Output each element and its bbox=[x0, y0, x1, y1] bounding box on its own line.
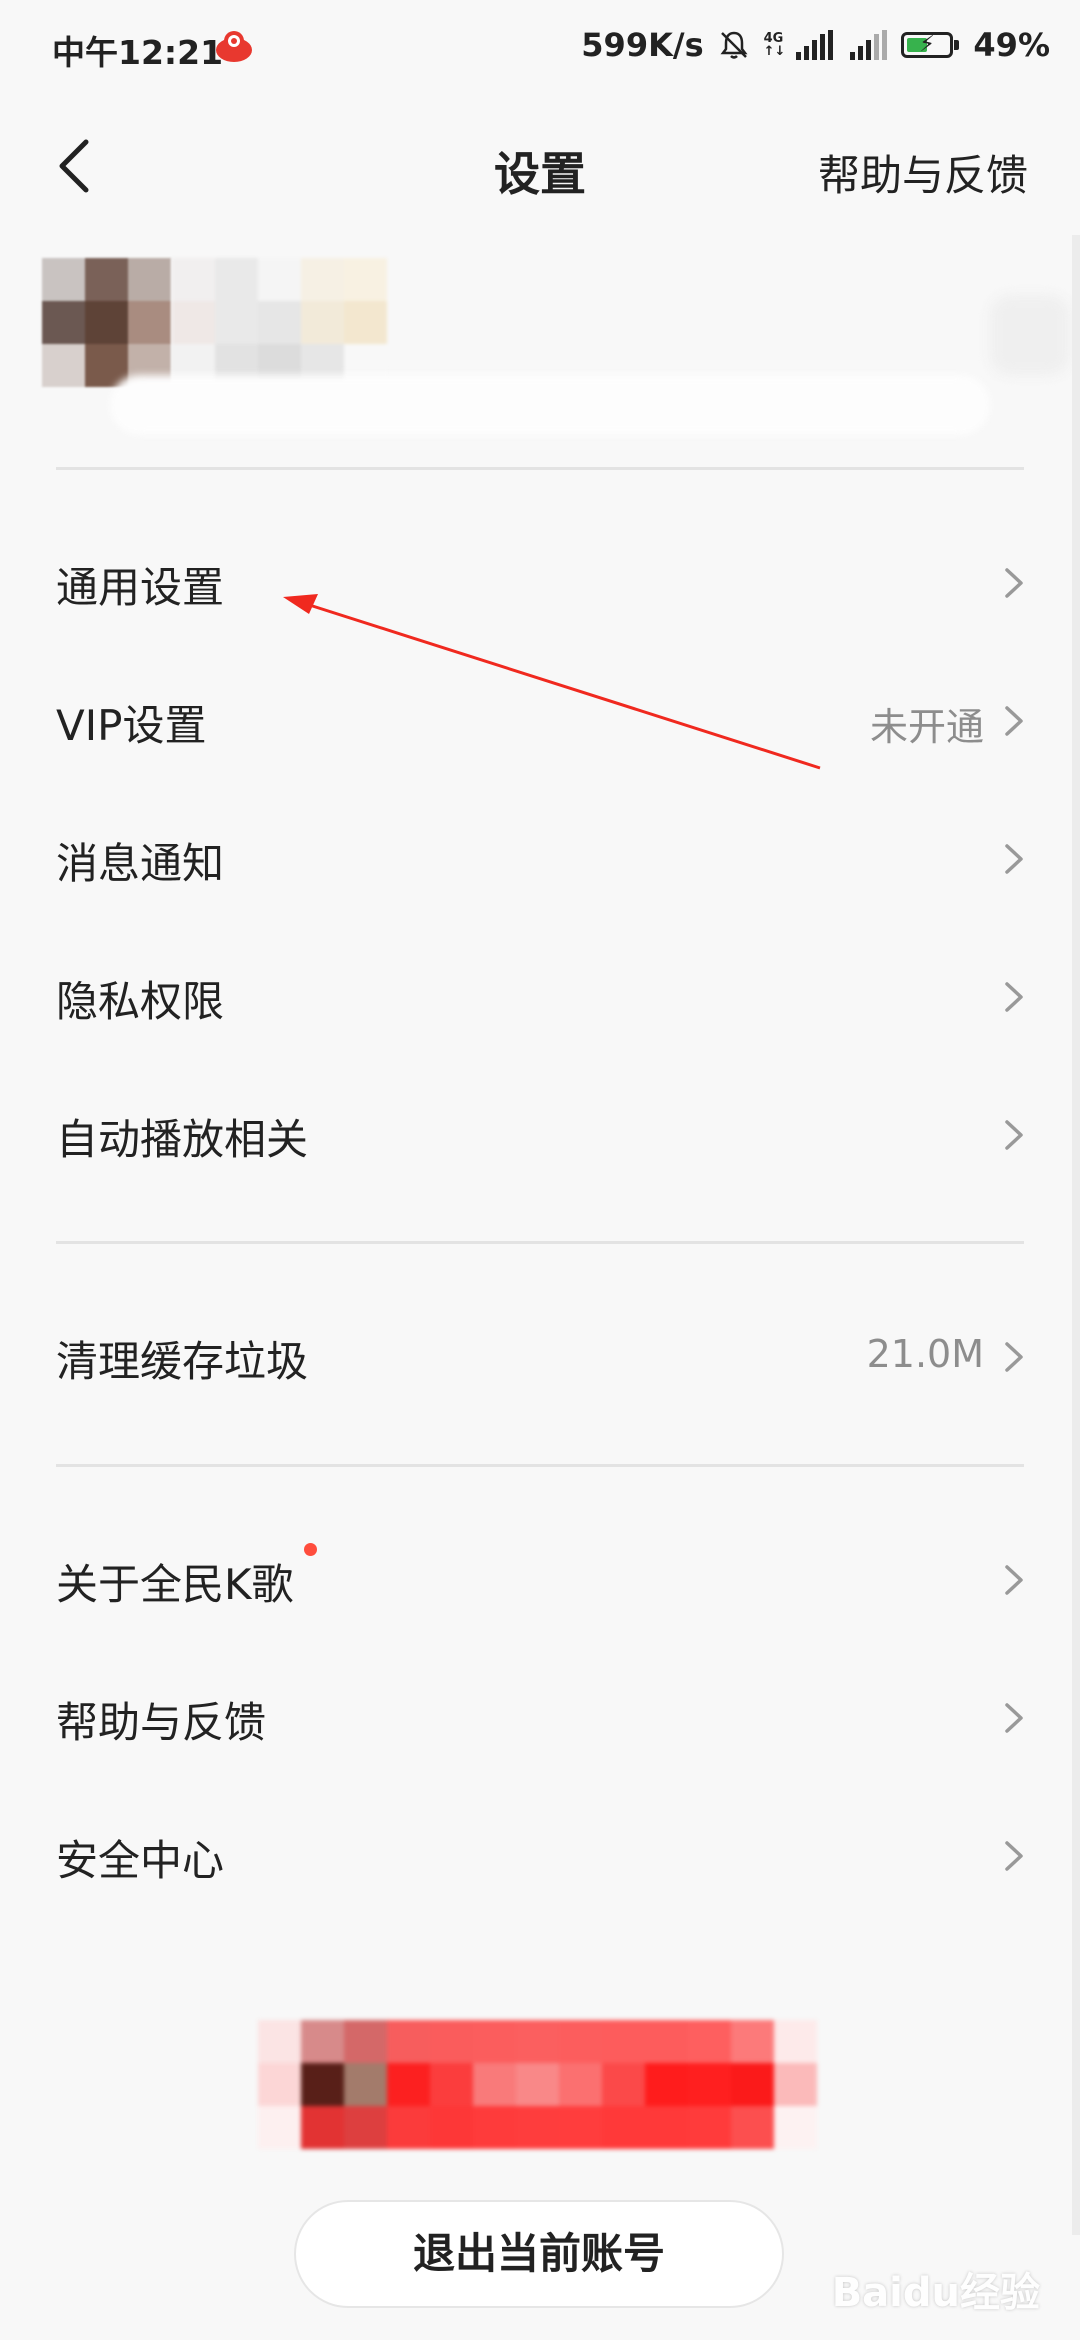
pixelated-button-blur bbox=[258, 2020, 817, 2149]
menu-item-label: VIP设置 bbox=[56, 701, 207, 750]
profile-detail-blur bbox=[110, 375, 990, 435]
menu-item-help-feedback[interactable]: 帮助与反馈 bbox=[0, 1657, 1080, 1777]
chevron-right-icon bbox=[1005, 844, 1023, 874]
chevron-right-icon bbox=[1005, 1841, 1023, 1871]
avatar bbox=[42, 258, 171, 387]
menu-item-label: 自动播放相关 bbox=[56, 1115, 309, 1164]
profile-name-blur bbox=[172, 258, 387, 387]
profile-arrow-blur bbox=[990, 295, 1070, 375]
signal-icon-2 bbox=[847, 30, 888, 60]
scrollbar[interactable] bbox=[1072, 235, 1080, 2235]
network-speed: 599K/s bbox=[581, 26, 704, 64]
chevron-right-icon bbox=[1005, 982, 1023, 1012]
app-notification-icon bbox=[216, 31, 252, 62]
vip-status-value: 未开通 bbox=[869, 705, 984, 749]
chevron-right-icon bbox=[1005, 1342, 1023, 1372]
profile-card[interactable] bbox=[0, 255, 1080, 455]
menu-item-clear-cache[interactable]: 清理缓存垃圾 21.0M bbox=[0, 1296, 1080, 1416]
charging-bolt-icon: ⚡ bbox=[919, 32, 935, 57]
menu-item-label: 通用设置 bbox=[56, 563, 225, 612]
battery-icon: ⚡ bbox=[901, 32, 960, 58]
status-bar: 中午12:21 599K/s 4G ↑↓ ⚡ 49% bbox=[0, 0, 1080, 100]
menu-item-label: 隐私权限 bbox=[56, 977, 225, 1026]
menu-item-label: 安全中心 bbox=[56, 1836, 225, 1885]
switch-account-button-blurred[interactable] bbox=[258, 2020, 818, 2150]
battery-percent: 49% bbox=[973, 26, 1050, 64]
chevron-right-icon bbox=[1005, 1565, 1023, 1595]
menu-item-vip-settings[interactable]: VIP设置 未开通 bbox=[0, 660, 1080, 780]
menu-item-autoplay[interactable]: 自动播放相关 bbox=[0, 1074, 1080, 1194]
new-badge-dot bbox=[304, 1543, 317, 1556]
mute-bell-icon bbox=[720, 31, 748, 59]
menu-item-security-center[interactable]: 安全中心 bbox=[0, 1795, 1080, 1915]
menu-item-privacy[interactable]: 隐私权限 bbox=[0, 936, 1080, 1056]
menu-item-label: 清理缓存垃圾 bbox=[56, 1337, 309, 1386]
menu-item-label: 消息通知 bbox=[56, 839, 225, 888]
chevron-right-icon bbox=[1005, 1703, 1023, 1733]
menu-item-notifications[interactable]: 消息通知 bbox=[0, 798, 1080, 918]
network-type-icon: 4G ↑↓ bbox=[763, 31, 786, 59]
nav-header: 设置 帮助与反馈 bbox=[0, 110, 1080, 220]
menu-item-label: 关于全民K歌 bbox=[56, 1560, 294, 1609]
menu-item-about[interactable]: 关于全民K歌 bbox=[0, 1519, 1080, 1639]
status-time: 中午12:21 bbox=[52, 33, 224, 72]
status-right: 599K/s 4G ↑↓ ⚡ 49% bbox=[567, 26, 1050, 64]
cache-size-value: 21.0M bbox=[866, 1332, 984, 1376]
menu-item-general-settings[interactable]: 通用设置 bbox=[0, 522, 1080, 642]
divider bbox=[56, 1464, 1024, 1467]
help-feedback-link[interactable]: 帮助与反馈 bbox=[818, 142, 1028, 203]
signal-icon-1 bbox=[793, 30, 834, 60]
menu-item-label: 帮助与反馈 bbox=[56, 1698, 267, 1747]
baidu-watermark: Baidu经验 bbox=[831, 2270, 1040, 2316]
chevron-right-icon bbox=[1005, 568, 1023, 598]
divider bbox=[56, 467, 1024, 470]
chevron-right-icon bbox=[1005, 1120, 1023, 1150]
logout-button[interactable]: 退出当前账号 bbox=[294, 2200, 784, 2308]
divider bbox=[56, 1241, 1024, 1244]
chevron-right-icon bbox=[1005, 706, 1023, 736]
